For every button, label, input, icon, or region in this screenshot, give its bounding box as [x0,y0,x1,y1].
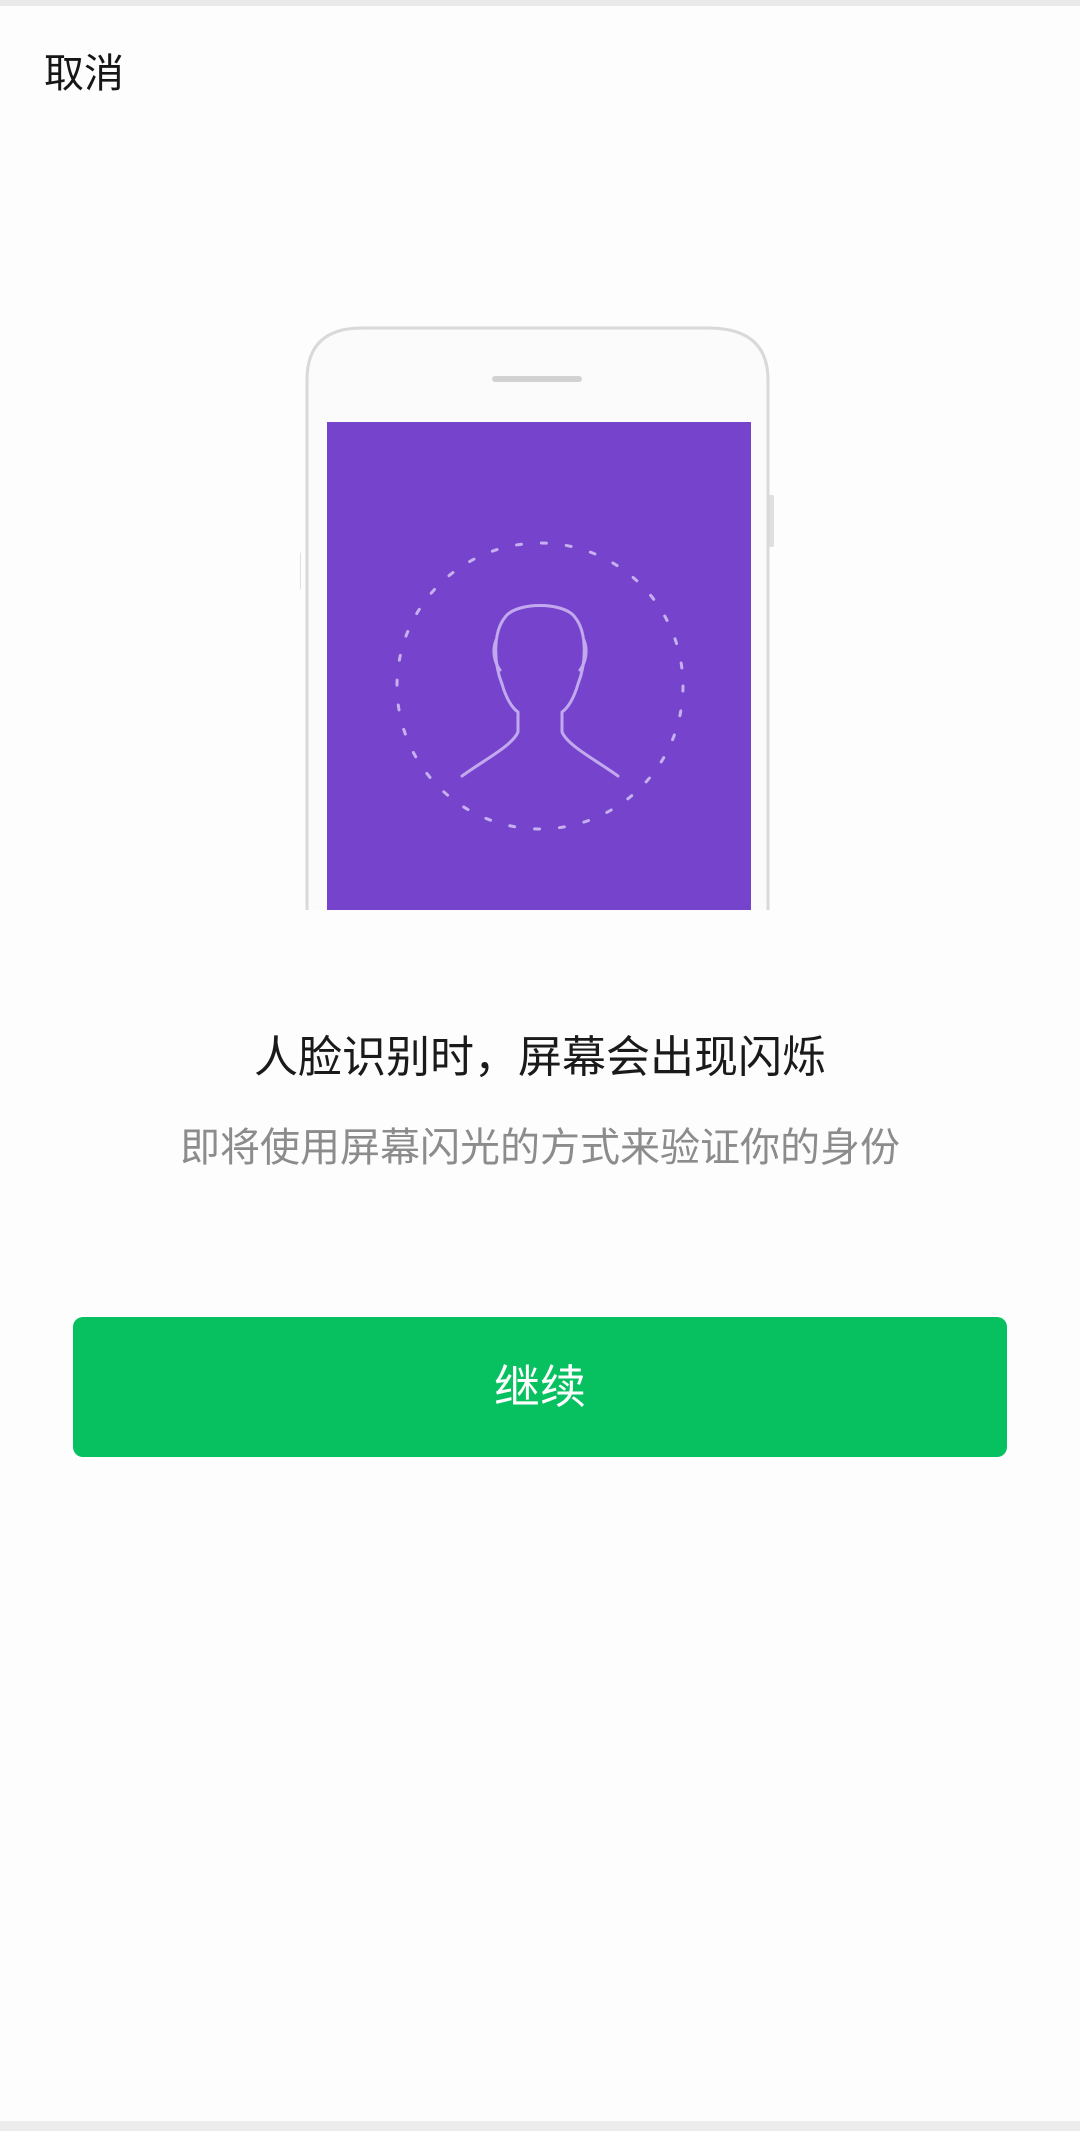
phone-side-button-left [300,552,301,590]
status-bar-edge [0,0,1080,6]
phone-screen [327,422,751,910]
page-title: 人脸识别时，屏幕会出现闪烁 [254,1032,826,1083]
continue-button[interactable]: 继续 [73,1317,1007,1457]
phone-illustration [300,320,780,910]
phone-speaker [492,376,582,382]
cancel-button[interactable]: 取消 [42,42,126,106]
page-subtitle: 即将使用屏幕闪光的方式来验证你的身份 [180,1125,900,1171]
navigation-bar-edge [0,2121,1080,2131]
